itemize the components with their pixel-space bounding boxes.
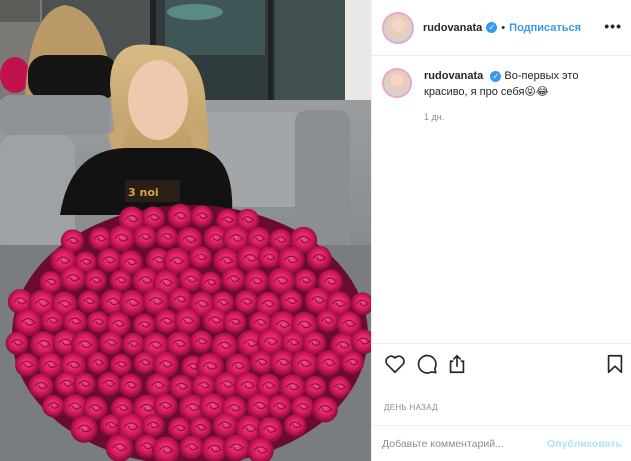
rose	[70, 415, 98, 443]
rose	[28, 373, 54, 399]
rose	[243, 269, 269, 294]
rose	[290, 350, 319, 378]
verified-badge-icon: ✓	[486, 22, 498, 33]
rose	[84, 269, 107, 292]
rose	[283, 414, 307, 437]
share-icon[interactable]	[446, 353, 468, 375]
more-icon[interactable]: •••	[604, 18, 622, 34]
rose	[109, 269, 132, 292]
comment-icon[interactable]	[416, 353, 438, 375]
caption-body: rudovanata ✓ Во-первых это красиво, я пр…	[424, 68, 620, 100]
rose	[223, 310, 247, 334]
rose	[174, 307, 201, 335]
instagram-post: 3 noi rudovanata ✓ • Подписаться ••• rud…	[0, 0, 631, 461]
avatar[interactable]	[382, 11, 414, 44]
rose	[141, 413, 165, 438]
verified-badge-icon: ✓	[490, 70, 502, 82]
rose	[40, 309, 64, 333]
rose	[42, 395, 65, 418]
rose	[221, 267, 246, 292]
rose	[108, 225, 135, 252]
rose	[155, 225, 178, 249]
rose	[315, 350, 342, 377]
rose	[257, 246, 281, 269]
rose	[87, 311, 110, 334]
rose	[73, 372, 96, 396]
post-photo-graphic: 3 noi	[0, 0, 371, 461]
caption-time[interactable]: 1 дн.	[424, 112, 444, 122]
rose	[98, 331, 123, 356]
rose	[303, 375, 327, 399]
rose	[306, 245, 332, 271]
bookmark-icon[interactable]	[604, 353, 626, 375]
post-header: rudovanata ✓ • Подписаться •••	[372, 0, 631, 56]
rose	[328, 376, 351, 399]
rose	[15, 353, 39, 377]
rose	[212, 412, 238, 439]
rose	[315, 309, 340, 333]
rose	[234, 290, 259, 314]
rose	[60, 265, 86, 292]
rose	[77, 290, 101, 313]
post-side-panel: rudovanata ✓ • Подписаться ••• rudovanat…	[371, 0, 631, 461]
rose	[118, 373, 143, 398]
caption-avatar[interactable]	[382, 68, 412, 98]
rose	[267, 394, 292, 419]
post-photo[interactable]: 3 noi	[0, 0, 371, 461]
separator-dot: •	[501, 21, 506, 34]
follow-button[interactable]: Подписаться	[509, 22, 581, 34]
rose	[340, 350, 364, 375]
rose	[189, 246, 213, 270]
rose	[179, 435, 204, 460]
rose	[86, 352, 109, 374]
post-date[interactable]: ДЕНЬ НАЗАД	[384, 403, 438, 412]
caption-username[interactable]: rudovanata	[424, 70, 483, 82]
heart-icon[interactable]	[384, 353, 406, 375]
svg-text:3 noi: 3 noi	[128, 186, 159, 199]
rose	[199, 271, 222, 295]
rose	[189, 330, 213, 354]
rose	[119, 290, 146, 317]
rose	[167, 203, 193, 229]
comment-form: Опубликовать	[372, 425, 631, 461]
caption: rudovanata ✓ Во-первых это красиво, я пр…	[382, 68, 622, 100]
rose	[5, 331, 29, 355]
rose	[279, 289, 303, 313]
rose	[190, 205, 214, 228]
publish-button[interactable]: Опубликовать	[547, 438, 622, 450]
rose	[312, 396, 338, 423]
rose	[133, 225, 157, 249]
rose	[109, 353, 132, 376]
rose	[223, 434, 250, 461]
rose	[133, 351, 156, 375]
header-username[interactable]: rudovanata	[423, 22, 482, 34]
rose	[96, 248, 122, 273]
rose	[105, 434, 134, 461]
rose	[97, 372, 121, 397]
action-bar	[372, 343, 631, 383]
comment-input[interactable]	[382, 437, 548, 450]
